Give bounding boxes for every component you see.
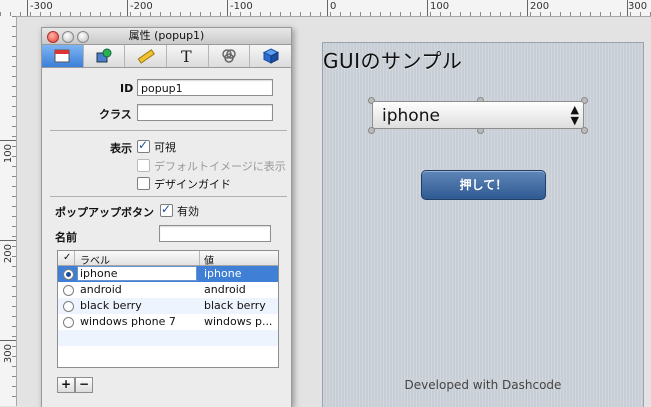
design-canvas: GUIのサンプル iphone ▲ ▼ 押して！ Developed with D…	[322, 42, 644, 407]
ruler-label: 200	[530, 1, 550, 12]
ruler-tick	[427, 0, 428, 16]
column-divider	[74, 251, 75, 265]
tab-metrics[interactable]	[125, 45, 168, 67]
class-label: クラス	[99, 108, 132, 121]
push-button[interactable]: 押して！	[421, 170, 546, 200]
ruler-tick	[327, 0, 328, 16]
row-value[interactable]: android	[204, 283, 246, 296]
dashcode-footer: Developed with Dashcode	[404, 378, 562, 392]
text-icon: T	[181, 48, 192, 64]
ruler-tick	[527, 0, 528, 16]
svg-text:T: T	[181, 48, 192, 64]
divider	[50, 130, 287, 131]
row-label-edit[interactable]: iphone	[77, 266, 197, 281]
table-row[interactable]: iphone iphone	[58, 266, 278, 282]
tab-library[interactable]	[250, 45, 291, 67]
id-label: ID	[120, 82, 134, 95]
name-field[interactable]	[159, 225, 271, 242]
checkbox-checked-icon	[160, 202, 173, 217]
ruler-label: -300	[30, 1, 53, 12]
tab-attributes[interactable]	[42, 45, 84, 67]
divider	[50, 196, 287, 197]
zoom-button[interactable]	[77, 31, 89, 43]
visible-label: 可視	[154, 141, 176, 154]
ruler-tick	[127, 0, 128, 16]
attributes-icon	[54, 49, 70, 63]
column-header-check[interactable]: ✓	[63, 252, 71, 263]
ruler-label: 100	[3, 144, 14, 164]
tab-fill-stroke[interactable]	[84, 45, 126, 67]
checkbox-icon	[137, 177, 150, 190]
row-label[interactable]: windows phone 7	[80, 315, 176, 328]
enabled-label: 有効	[177, 205, 199, 218]
design-guide-checkbox[interactable]: デザインガイド	[137, 176, 231, 192]
inspector-tabs: T	[42, 45, 291, 68]
default-image-checkbox[interactable]: デフォルトイメージに表示	[137, 158, 286, 174]
tab-bindings[interactable]	[209, 45, 251, 67]
ruler-label: 300	[3, 344, 14, 364]
ruler-tick	[27, 0, 28, 16]
up-down-arrows-icon: ▲ ▼	[570, 103, 579, 127]
horizontal-ruler: -300 -200 -100 0 100 200 300	[0, 0, 651, 17]
checkbox-icon	[137, 159, 150, 172]
radio-icon[interactable]	[63, 301, 74, 312]
minimize-button[interactable]	[62, 31, 74, 43]
column-header-label[interactable]: ラベル	[80, 252, 110, 267]
row-value[interactable]: windows p...	[204, 315, 272, 328]
popup-menu[interactable]: iphone ▲ ▼	[372, 101, 584, 129]
ruler-label: 300	[628, 1, 648, 12]
column-header-value[interactable]: 値	[204, 252, 214, 267]
row-label[interactable]: android	[80, 283, 122, 296]
ruler-tick	[0, 240, 16, 241]
fill-stroke-icon	[96, 48, 112, 63]
checkbox-checked-icon	[137, 138, 150, 153]
ruler-label: 200	[3, 244, 14, 264]
class-field[interactable]	[137, 104, 273, 121]
cube-icon	[262, 48, 279, 64]
visible-checkbox[interactable]: 可視	[137, 138, 176, 155]
design-guide-label: デザインガイド	[154, 178, 231, 191]
enabled-checkbox[interactable]: 有効	[160, 202, 199, 219]
add-row-button[interactable]: +	[57, 377, 75, 393]
options-table: ✓ ラベル 値 iphone iphone android android bl…	[57, 250, 279, 368]
row-value[interactable]: black berry	[204, 299, 266, 312]
row-value[interactable]: iphone	[204, 267, 241, 280]
name-label: 名前	[55, 231, 77, 244]
ruler-label: 0	[330, 1, 337, 12]
tab-text[interactable]: T	[167, 45, 209, 67]
inspector-panel: 属性 (popup1) T ID popup1 クラス 表示 ✓ 可視 デフォル…	[41, 27, 292, 407]
popup-selected-value: iphone	[382, 106, 440, 126]
ruler-label: -200	[130, 1, 153, 12]
default-image-label: デフォルトイメージに表示	[154, 160, 286, 173]
table-row-empty	[58, 330, 278, 346]
column-divider	[199, 251, 200, 265]
remove-row-button[interactable]: −	[75, 377, 93, 393]
table-row[interactable]: black berry black berry	[58, 298, 278, 314]
table-header: ✓ ラベル 値	[58, 251, 278, 267]
ruler-tick	[227, 0, 228, 16]
table-row[interactable]: windows phone 7 windows p...	[58, 314, 278, 330]
display-label: 表示	[110, 142, 132, 155]
ruler-tick	[0, 140, 16, 141]
inspector-titlebar: 属性 (popup1)	[42, 28, 291, 45]
ruler-icon	[137, 49, 155, 64]
table-row[interactable]: android android	[58, 282, 278, 298]
ruler-tick	[0, 340, 16, 341]
row-label[interactable]: black berry	[80, 299, 142, 312]
close-button[interactable]	[47, 31, 59, 43]
radio-icon[interactable]	[63, 285, 74, 296]
bindings-icon	[222, 49, 236, 63]
radio-selected-icon[interactable]	[63, 269, 74, 280]
canvas-title[interactable]: GUIのサンプル	[323, 45, 462, 74]
ruler-label: 100	[430, 1, 450, 12]
radio-icon[interactable]	[63, 317, 74, 328]
popup-button-label: ポップアップボタン	[55, 206, 154, 219]
vertical-ruler: 100 200 300	[0, 16, 17, 406]
ruler-label: -100	[230, 1, 253, 12]
inspector-title: 属性 (popup1)	[128, 29, 205, 42]
id-field[interactable]: popup1	[137, 79, 273, 96]
